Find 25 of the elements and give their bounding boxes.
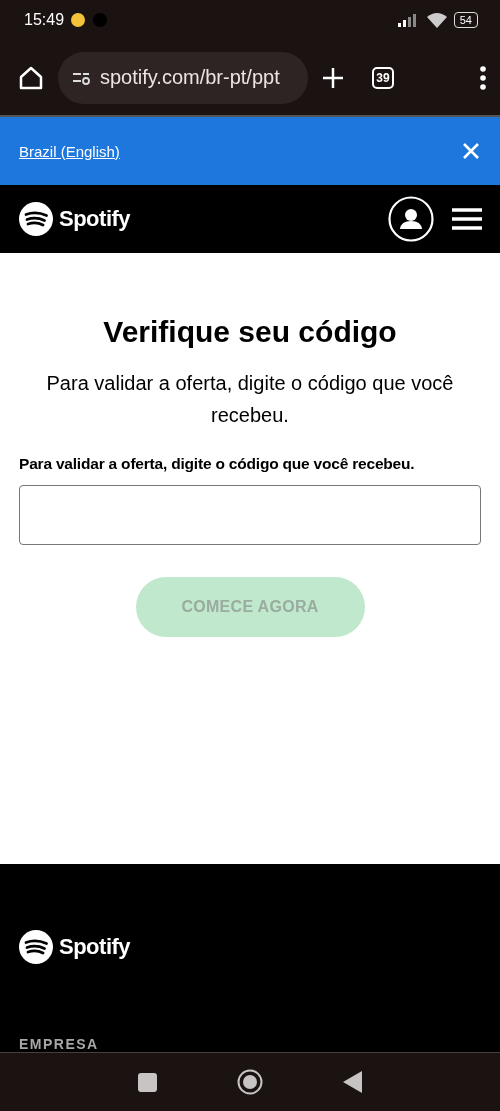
menu-icon[interactable] (480, 65, 486, 90)
home-button-icon[interactable] (236, 1069, 263, 1095)
tab-count-button[interactable]: 39 (372, 66, 394, 89)
code-input-field[interactable] (19, 485, 481, 545)
recents-icon[interactable] (137, 1072, 157, 1092)
footer-section-heading: EMPRESA (19, 1036, 100, 1052)
field-label: Para validar a oferta, digite o código que você recebeu. (19, 455, 416, 473)
address-bar[interactable]: spotify.com/br-pt/ppt (58, 51, 308, 104)
page-title: Verifique seu código (103, 315, 397, 349)
account-icon[interactable] (388, 196, 434, 242)
spotify-wordmark[interactable]: Spotify (59, 934, 131, 960)
battery-level: 54 (453, 12, 478, 28)
home-icon[interactable] (18, 64, 44, 91)
spotify-logo-icon (19, 202, 53, 236)
menu-icon[interactable] (452, 207, 482, 231)
region-link[interactable]: Brazil (English) (19, 142, 120, 160)
spotify-logo-icon (19, 930, 53, 964)
notification-icon (92, 12, 109, 28)
back-icon[interactable] (342, 1071, 363, 1093)
wifi-icon (425, 12, 448, 28)
new-tab-icon[interactable] (322, 66, 344, 89)
notification-icon (70, 12, 87, 28)
status-time: 15:49 (24, 11, 65, 29)
close-icon[interactable] (462, 142, 480, 160)
page-subtitle: Para validar a oferta, digite o código que você recebeu. (45, 371, 455, 428)
